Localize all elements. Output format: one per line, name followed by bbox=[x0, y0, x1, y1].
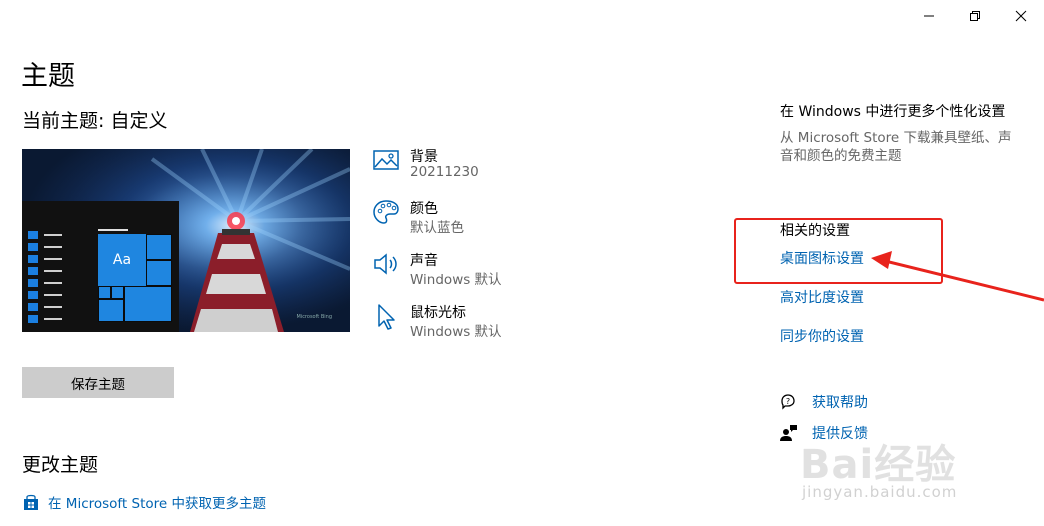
baidu-watermark-url: jingyan.baidu.com bbox=[802, 483, 958, 501]
high-contrast-settings-link[interactable]: 高对比度设置 bbox=[780, 287, 864, 307]
baidu-watermark-logo: Bai经验 bbox=[800, 442, 957, 488]
feedback-person-icon bbox=[780, 425, 797, 441]
restore-icon bbox=[970, 11, 980, 21]
cursor-value: Windows 默认 bbox=[410, 324, 502, 340]
picture-icon bbox=[373, 150, 399, 170]
preview-tile-aa: Aa bbox=[98, 234, 146, 286]
get-help-link[interactable]: ? 获取帮助 bbox=[780, 392, 868, 412]
close-icon bbox=[1015, 10, 1027, 22]
preview-tile bbox=[124, 286, 172, 322]
color-value: 默认蓝色 bbox=[410, 220, 464, 236]
sound-value: Windows 默认 bbox=[410, 272, 502, 288]
annotation-highlight-box bbox=[734, 218, 943, 284]
svg-text:?: ? bbox=[786, 397, 790, 406]
background-value: 20211230 bbox=[410, 164, 479, 180]
minimize-button[interactable] bbox=[906, 0, 952, 32]
cursor-icon bbox=[378, 304, 395, 330]
preview-tile bbox=[146, 234, 172, 260]
tiles-header-line bbox=[98, 229, 128, 231]
change-theme-heading: 更改主题 bbox=[22, 454, 99, 476]
help-chat-icon: ? bbox=[781, 394, 795, 410]
bing-mark: Microsoft Bing bbox=[296, 314, 332, 320]
minimize-icon bbox=[924, 15, 934, 17]
preview-tile bbox=[98, 286, 111, 299]
color-title: 颜色 bbox=[410, 201, 438, 217]
store-bag-icon bbox=[24, 494, 38, 510]
close-button[interactable] bbox=[998, 0, 1044, 32]
preview-tile bbox=[111, 286, 124, 299]
save-theme-button[interactable]: 保存主题 bbox=[22, 367, 174, 398]
background-title: 背景 bbox=[410, 149, 438, 165]
cursor-title: 鼠标光标 bbox=[410, 305, 466, 321]
store-themes-link[interactable]: 在 Microsoft Store 中获取更多主题 bbox=[22, 492, 266, 512]
preview-tile bbox=[98, 299, 124, 322]
speaker-icon bbox=[374, 253, 397, 275]
sound-title: 声音 bbox=[410, 253, 438, 269]
personalize-title: 在 Windows 中进行更多个性化设置 bbox=[780, 104, 1006, 120]
current-theme-label: 当前主题: 自定义 bbox=[22, 110, 168, 132]
personalize-description: 从 Microsoft Store 下载兼具壁纸、声音和颜色的免费主题 bbox=[780, 130, 1012, 164]
preview-tile bbox=[146, 260, 172, 286]
palette-icon bbox=[373, 200, 399, 224]
page-title: 主题 bbox=[21, 61, 75, 92]
restore-button[interactable] bbox=[952, 0, 998, 32]
store-link-label: 在 Microsoft Store 中获取更多主题 bbox=[48, 496, 266, 512]
theme-preview: Aa Microsoft Bing bbox=[22, 149, 350, 332]
sync-settings-link[interactable]: 同步你的设置 bbox=[780, 326, 864, 346]
get-help-label: 获取帮助 bbox=[812, 395, 868, 411]
